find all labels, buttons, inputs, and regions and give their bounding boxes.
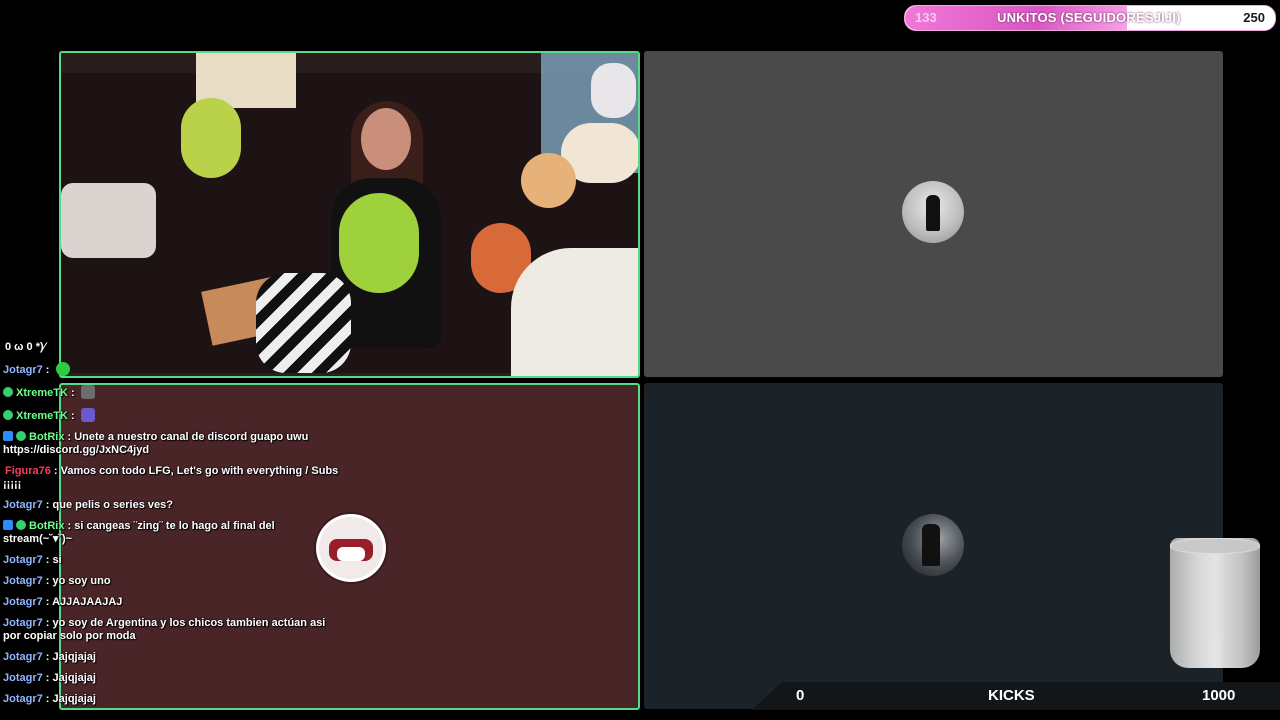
verified-badge-icon xyxy=(3,387,13,397)
chat-message: Figura76 : Vamos con todo LFG, Let's go … xyxy=(3,465,343,491)
chat-message-text: : Jajqjajaj xyxy=(42,672,96,684)
chat-username[interactable]: BotRix xyxy=(29,431,64,443)
purple-emote-icon xyxy=(80,408,95,422)
glass-cup-icon xyxy=(1170,538,1260,668)
care-bear-plush xyxy=(339,193,419,293)
goal-current-count: 133 xyxy=(915,10,937,25)
streamer-webcam-panel xyxy=(59,51,640,378)
orange-plush xyxy=(521,153,576,208)
chat-message: Jotagr7 : si xyxy=(3,554,343,567)
chat-username[interactable]: Jotagr7 xyxy=(3,617,43,629)
guest-2-avatar xyxy=(902,514,964,576)
chat-username[interactable]: Figura76 xyxy=(3,465,51,477)
bot-badge-icon xyxy=(3,520,13,530)
kicks-goal-bar: 0 KICKS 1000 xyxy=(752,682,1280,710)
goal-title: UNKITOS (SEGUIDORESJIJI) xyxy=(997,10,1181,25)
chat-message-text: : xyxy=(67,410,78,422)
chat-message: Jotagr7 : Jajqjajaj xyxy=(3,693,343,706)
kick-emote-icon xyxy=(80,385,95,399)
kicks-max: 1000 xyxy=(1202,687,1236,704)
goal-max-count: 250 xyxy=(1243,10,1265,25)
cushion xyxy=(61,183,156,258)
verified-badge-icon xyxy=(16,431,26,441)
guest-panel-1 xyxy=(644,51,1223,377)
chat-message: Jotagr7 : yo soy uno xyxy=(3,575,343,588)
kicks-label: KICKS xyxy=(988,687,1035,704)
chat-message-text: 0 ω 0 *)⁄ xyxy=(5,341,46,353)
verified-badge-icon xyxy=(3,410,13,420)
chat-message-text: : Vamos con todo LFG, Let's go with ever… xyxy=(3,465,339,490)
guest-panel-2 xyxy=(644,383,1223,709)
chat-message-text: : yo soy uno xyxy=(42,575,111,587)
chat-message-text: : AJJAJAAJAJ xyxy=(42,596,123,608)
chat-message: Jotagr7 : AJJAJAAJAJ xyxy=(3,596,343,609)
chat-username[interactable]: XtremeTK xyxy=(16,410,68,422)
chat-username[interactable]: XtremeTK xyxy=(16,387,68,399)
person-silhouette-icon xyxy=(926,195,940,231)
streamer-face xyxy=(361,108,411,170)
chat-username[interactable]: Jotagr7 xyxy=(3,575,43,587)
chat-message-text: : si xyxy=(42,554,62,566)
smile-emote-icon xyxy=(55,362,70,376)
chat-message: Jotagr7 : Jajqjajaj xyxy=(3,651,343,664)
unicorn-plush xyxy=(591,63,636,118)
chat-username[interactable]: Jotagr7 xyxy=(3,364,43,376)
chat-message: BotRix : Unete a nuestro canal de discor… xyxy=(3,431,343,457)
chat-message: BotRix : si cangeas ¨zing¨ te lo hago al… xyxy=(3,520,343,546)
chat-message-text: : xyxy=(42,364,53,376)
bot-badge-icon xyxy=(3,431,13,441)
chat-message: Jotagr7 : que pelis o series ves? xyxy=(3,499,343,512)
person-silhouette-icon xyxy=(922,524,940,566)
chat-message: XtremeTK : xyxy=(3,408,343,423)
chat-message-text: : que pelis o series ves? xyxy=(42,499,173,511)
chat-message: 0 ω 0 *)⁄ xyxy=(3,341,343,354)
chat-username[interactable]: Jotagr7 xyxy=(3,693,43,705)
chat-username[interactable]: BotRix xyxy=(29,520,64,532)
chat-message-text: : Jajqjajaj xyxy=(42,693,96,705)
chat-feed: 0 ω 0 *)⁄ Jotagr7 : XtremeTK : XtremeTK … xyxy=(3,341,343,714)
chat-message: Jotagr7 : Jajqjajaj xyxy=(3,672,343,685)
chat-username[interactable]: Jotagr7 xyxy=(3,672,43,684)
chat-message-text: : yo soy de Argentina y los chicos tambi… xyxy=(3,617,326,642)
guest-1-avatar xyxy=(902,181,964,243)
chat-username[interactable]: Jotagr7 xyxy=(3,554,43,566)
follower-goal-bar: 133 UNKITOS (SEGUIDORESJIJI) 250 xyxy=(904,5,1276,31)
chat-message: Jotagr7 : xyxy=(3,362,343,377)
chat-username[interactable]: Jotagr7 xyxy=(3,499,43,511)
chat-message-text: : Jajqjajaj xyxy=(42,651,96,663)
chat-username[interactable]: Jotagr7 xyxy=(3,596,43,608)
chat-username[interactable]: Jotagr7 xyxy=(3,651,43,663)
verified-badge-icon xyxy=(16,520,26,530)
chat-message: Jotagr7 : yo soy de Argentina y los chic… xyxy=(3,617,343,643)
kicks-current: 0 xyxy=(796,687,805,704)
green-plush xyxy=(181,98,241,178)
chat-message-text: : xyxy=(67,387,78,399)
white-pillow xyxy=(511,248,638,376)
chat-message: XtremeTK : xyxy=(3,385,343,400)
